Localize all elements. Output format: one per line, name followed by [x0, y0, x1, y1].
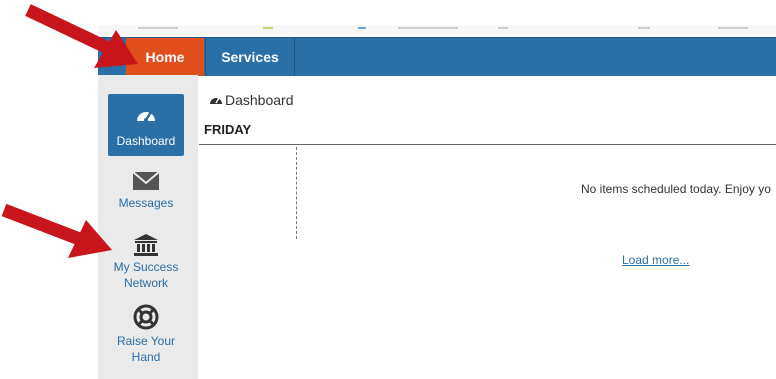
bank-icon: [134, 234, 158, 256]
annotation-arrow-home: [25, 4, 138, 68]
sidebar-item-label: Raise Your Hand: [116, 334, 176, 364]
sidebar-item-my-success-network[interactable]: My Success Network: [108, 233, 184, 291]
annotation-arrow-network: [1, 203, 112, 258]
breadcrumb: Dashboard: [209, 92, 294, 108]
sidebar-item-label: Messages: [118, 196, 174, 210]
sidebar-item-raise-your-hand[interactable]: Raise Your Hand: [108, 304, 184, 365]
breadcrumb-label: Dashboard: [225, 92, 294, 108]
sidebar-item-label: My Success Network: [113, 260, 179, 290]
sidebar-item-messages[interactable]: Messages: [108, 171, 184, 211]
tab-services[interactable]: Services: [205, 38, 295, 76]
browser-bookmark-strip: [98, 25, 776, 35]
day-heading: FRIDAY: [204, 122, 252, 137]
dashboard-icon: [137, 111, 155, 122]
lifebuoy-icon: [133, 304, 159, 330]
divider: [199, 144, 776, 145]
envelope-icon: [132, 171, 160, 190]
top-navbar: Home Services: [98, 37, 776, 76]
sidebar-item-label: Dashboard: [116, 134, 176, 148]
empty-schedule-message: No items scheduled today. Enjoy yo: [581, 182, 771, 196]
time-column-divider: [296, 147, 297, 239]
load-more-link[interactable]: Load more...: [622, 253, 689, 267]
sidebar-item-dashboard[interactable]: Dashboard: [108, 94, 184, 156]
dashboard-icon: [210, 97, 222, 104]
